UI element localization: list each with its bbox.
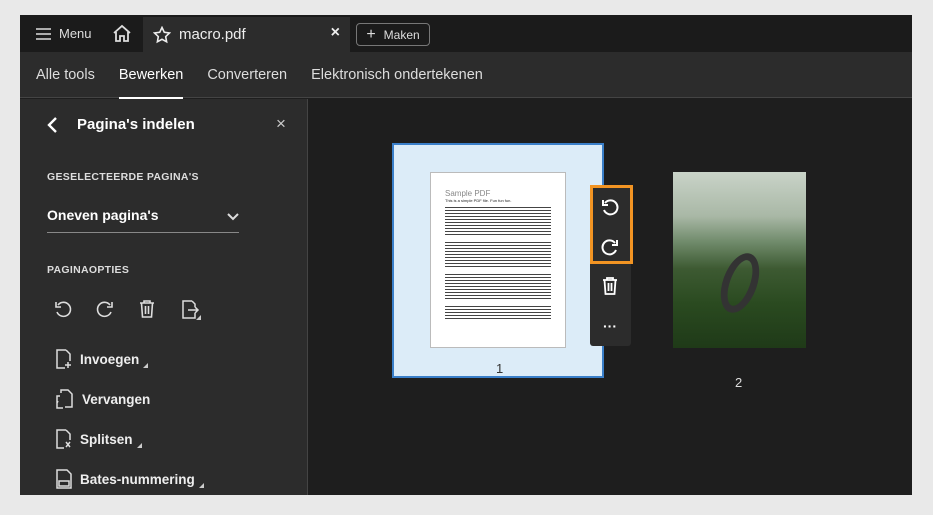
back-icon[interactable] [46, 116, 58, 134]
split-label: Splitsen [80, 431, 133, 447]
acrobat-window: Menu macro.pdf × + Maken Alle tools Bewe… [20, 15, 912, 495]
page-thumbnail-1[interactable]: Sample PDF This is a simple PDF file. Fu… [392, 143, 604, 378]
rotate-right-button[interactable] [590, 227, 630, 267]
trash-icon[interactable] [138, 300, 156, 318]
pdf-subtitle: This is a simple PDF file. Fun fun fun. [445, 198, 512, 203]
replace-page-icon [56, 389, 73, 409]
rotate-right-icon [601, 239, 618, 256]
page-thumbnails-area: Sample PDF This is a simple PDF file. Fu… [309, 99, 912, 495]
nav-edit[interactable]: Bewerken [118, 67, 184, 99]
panel-title: Pagina's indelen [77, 116, 195, 133]
close-tab-icon[interactable]: × [331, 24, 340, 42]
more-options-icon[interactable]: ··· [590, 306, 630, 346]
delete-page-button[interactable] [590, 266, 630, 306]
home-button[interactable] [112, 24, 132, 43]
bates-label: Bates-nummering [80, 471, 195, 487]
top-bar: Menu macro.pdf × + Maken [20, 15, 912, 52]
menu-label: Menu [59, 26, 92, 41]
nav-all-tools[interactable]: Alle tools [36, 67, 95, 83]
rotate-left-button[interactable] [590, 187, 630, 227]
tire-ring-image [713, 248, 767, 318]
chevron-down-icon [227, 213, 239, 221]
trash-icon [603, 277, 617, 295]
create-button[interactable]: + Maken [356, 23, 430, 46]
rotate-left-icon [602, 199, 619, 216]
insert-page-icon [56, 349, 71, 369]
insert-label: Invoegen [80, 351, 140, 367]
nav-convert[interactable]: Converteren [207, 67, 287, 83]
rotate-right-icon[interactable] [96, 300, 114, 318]
extract-page-icon[interactable] [180, 300, 202, 320]
tab-title: macro.pdf [179, 26, 246, 43]
home-icon [113, 24, 131, 42]
selected-pages-heading: GESELECTEERDE PAGINA'S [47, 171, 199, 183]
selected-value: Oneven pagina's [47, 207, 159, 223]
main-nav: Alle tools Bewerken Converteren Elektron… [20, 52, 912, 99]
bates-icon [56, 469, 72, 489]
page-thumbnail-2[interactable] [673, 172, 806, 348]
insert-pages-button[interactable]: Invoegen [56, 349, 204, 369]
page-preview: Sample PDF This is a simple PDF file. Fu… [430, 172, 566, 348]
split-page-icon [56, 429, 71, 449]
page-selection-dropdown[interactable]: Oneven pagina's [47, 207, 239, 233]
plus-icon: + [366, 25, 376, 43]
page-number-2: 2 [735, 375, 743, 390]
rotate-left-icon[interactable] [54, 300, 72, 318]
page-number-1: 1 [496, 361, 504, 376]
replace-pages-button[interactable]: Vervangen [56, 389, 204, 409]
replace-label: Vervangen [82, 391, 151, 407]
document-tab[interactable]: macro.pdf × [143, 17, 350, 52]
close-panel-icon[interactable]: × [276, 114, 286, 134]
menu-button[interactable]: Menu [36, 26, 92, 41]
bates-numbering-button[interactable]: Bates-nummering [56, 469, 204, 489]
nav-sign[interactable]: Elektronisch ondertekenen [311, 67, 483, 83]
hamburger-icon [36, 27, 51, 40]
pdf-title: Sample PDF [445, 189, 491, 198]
split-button[interactable]: Splitsen [56, 429, 204, 449]
page-toolbar: ··· [590, 185, 633, 346]
star-icon[interactable] [153, 25, 171, 44]
create-label: Maken [383, 27, 420, 42]
page-options-heading: PAGINAOPTIES [47, 264, 130, 276]
organize-pages-panel: Pagina's indelen × GESELECTEERDE PAGINA'… [20, 99, 308, 495]
